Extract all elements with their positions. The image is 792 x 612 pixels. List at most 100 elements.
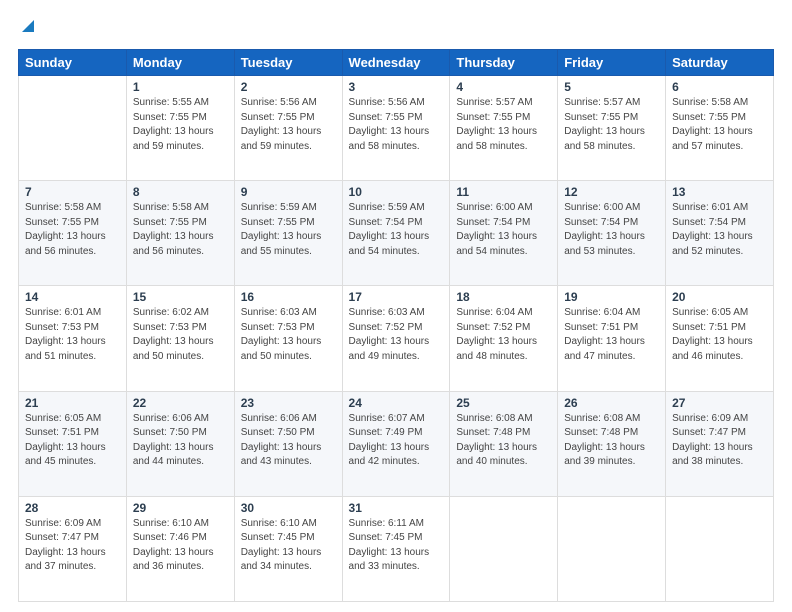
calendar-cell: 28 Sunrise: 6:09 AM Sunset: 7:47 PM Dayli… (19, 496, 127, 601)
calendar-cell: 8 Sunrise: 5:58 AM Sunset: 7:55 PM Daylig… (126, 181, 234, 286)
calendar-day-header: Friday (558, 50, 666, 76)
day-info: Sunrise: 5:56 AM Sunset: 7:55 PM Dayligh… (349, 96, 444, 154)
day-number: 1 (133, 80, 228, 94)
calendar-cell: 21 Sunrise: 6:05 AM Sunset: 7:51 PM Dayli… (19, 391, 127, 496)
day-info: Sunrise: 6:00 AM Sunset: 7:54 PM Dayligh… (456, 201, 551, 259)
day-info: Sunrise: 5:57 AM Sunset: 7:55 PM Dayligh… (456, 96, 551, 154)
calendar-cell (558, 496, 666, 601)
day-info: Sunrise: 6:03 AM Sunset: 7:52 PM Dayligh… (349, 306, 444, 364)
calendar-day-header: Saturday (666, 50, 774, 76)
day-info: Sunrise: 6:09 AM Sunset: 7:47 PM Dayligh… (672, 412, 767, 470)
calendar-cell: 9 Sunrise: 5:59 AM Sunset: 7:55 PM Daylig… (234, 181, 342, 286)
day-info: Sunrise: 6:03 AM Sunset: 7:53 PM Dayligh… (241, 306, 336, 364)
logo-triangle-icon (20, 18, 36, 34)
calendar-cell: 1 Sunrise: 5:55 AM Sunset: 7:55 PM Daylig… (126, 76, 234, 181)
day-number: 20 (672, 290, 767, 304)
day-number: 6 (672, 80, 767, 94)
day-info: Sunrise: 6:06 AM Sunset: 7:50 PM Dayligh… (241, 412, 336, 470)
day-info: Sunrise: 6:02 AM Sunset: 7:53 PM Dayligh… (133, 306, 228, 364)
day-info: Sunrise: 5:59 AM Sunset: 7:54 PM Dayligh… (349, 201, 444, 259)
day-info: Sunrise: 5:58 AM Sunset: 7:55 PM Dayligh… (133, 201, 228, 259)
calendar-header-row: SundayMondayTuesdayWednesdayThursdayFrid… (19, 50, 774, 76)
day-info: Sunrise: 5:58 AM Sunset: 7:55 PM Dayligh… (25, 201, 120, 259)
calendar-cell: 6 Sunrise: 5:58 AM Sunset: 7:55 PM Daylig… (666, 76, 774, 181)
calendar-cell: 24Sunrise: 6:07 AM Sunset: 7:49 PM Dayli… (342, 391, 450, 496)
day-number: 19 (564, 290, 659, 304)
calendar-cell: 19 Sunrise: 6:04 AM Sunset: 7:51 PM Dayli… (558, 286, 666, 391)
calendar-cell (450, 496, 558, 601)
day-number: 25 (456, 396, 551, 410)
day-info: Sunrise: 6:10 AM Sunset: 7:45 PM Dayligh… (241, 517, 336, 575)
day-number: 11 (456, 185, 551, 199)
day-number: 5 (564, 80, 659, 94)
calendar-week-row: 7 Sunrise: 5:58 AM Sunset: 7:55 PM Daylig… (19, 181, 774, 286)
header (18, 18, 774, 39)
calendar-cell: 26 Sunrise: 6:08 AM Sunset: 7:48 PM Dayli… (558, 391, 666, 496)
calendar-cell: 20 Sunrise: 6:05 AM Sunset: 7:51 PM Dayli… (666, 286, 774, 391)
day-number: 8 (133, 185, 228, 199)
day-number: 9 (241, 185, 336, 199)
calendar-cell: 14 Sunrise: 6:01 AM Sunset: 7:53 PM Dayli… (19, 286, 127, 391)
day-info: Sunrise: 6:01 AM Sunset: 7:54 PM Dayligh… (672, 201, 767, 259)
day-info: Sunrise: 6:08 AM Sunset: 7:48 PM Dayligh… (456, 412, 551, 470)
day-number: 26 (564, 396, 659, 410)
day-info: Sunrise: 5:59 AM Sunset: 7:55 PM Dayligh… (241, 201, 336, 259)
day-number: 12 (564, 185, 659, 199)
calendar-page: SundayMondayTuesdayWednesdayThursdayFrid… (0, 0, 792, 612)
day-info: Sunrise: 6:09 AM Sunset: 7:47 PM Dayligh… (25, 517, 120, 575)
calendar-cell: 7 Sunrise: 5:58 AM Sunset: 7:55 PM Daylig… (19, 181, 127, 286)
calendar-cell: 13 Sunrise: 6:01 AM Sunset: 7:54 PM Dayli… (666, 181, 774, 286)
day-info: Sunrise: 6:11 AM Sunset: 7:45 PM Dayligh… (349, 517, 444, 575)
calendar-cell (19, 76, 127, 181)
calendar-cell: 2Sunrise: 5:56 AM Sunset: 7:55 PM Daylig… (234, 76, 342, 181)
calendar-cell: 25 Sunrise: 6:08 AM Sunset: 7:48 PM Dayli… (450, 391, 558, 496)
calendar-day-header: Tuesday (234, 50, 342, 76)
day-info: Sunrise: 6:01 AM Sunset: 7:53 PM Dayligh… (25, 306, 120, 364)
day-info: Sunrise: 6:05 AM Sunset: 7:51 PM Dayligh… (25, 412, 120, 470)
calendar-table: SundayMondayTuesdayWednesdayThursdayFrid… (18, 49, 774, 602)
calendar-cell: 22Sunrise: 6:06 AM Sunset: 7:50 PM Dayli… (126, 391, 234, 496)
day-info: Sunrise: 6:07 AM Sunset: 7:49 PM Dayligh… (349, 412, 444, 470)
day-number: 28 (25, 501, 120, 515)
day-info: Sunrise: 5:58 AM Sunset: 7:55 PM Dayligh… (672, 96, 767, 154)
day-info: Sunrise: 5:55 AM Sunset: 7:55 PM Dayligh… (133, 96, 228, 154)
calendar-week-row: 14 Sunrise: 6:01 AM Sunset: 7:53 PM Dayli… (19, 286, 774, 391)
calendar-cell: 23 Sunrise: 6:06 AM Sunset: 7:50 PM Dayli… (234, 391, 342, 496)
day-number: 13 (672, 185, 767, 199)
day-info: Sunrise: 6:00 AM Sunset: 7:54 PM Dayligh… (564, 201, 659, 259)
calendar-day-header: Sunday (19, 50, 127, 76)
calendar-cell: 11 Sunrise: 6:00 AM Sunset: 7:54 PM Dayli… (450, 181, 558, 286)
calendar-cell: 16 Sunrise: 6:03 AM Sunset: 7:53 PM Dayli… (234, 286, 342, 391)
calendar-cell: 3 Sunrise: 5:56 AM Sunset: 7:55 PM Daylig… (342, 76, 450, 181)
calendar-cell: 17 Sunrise: 6:03 AM Sunset: 7:52 PM Dayli… (342, 286, 450, 391)
day-number: 16 (241, 290, 336, 304)
day-number: 17 (349, 290, 444, 304)
logo (18, 18, 36, 39)
day-info: Sunrise: 5:57 AM Sunset: 7:55 PM Dayligh… (564, 96, 659, 154)
calendar-cell: 10 Sunrise: 5:59 AM Sunset: 7:54 PM Dayli… (342, 181, 450, 286)
day-info: Sunrise: 6:05 AM Sunset: 7:51 PM Dayligh… (672, 306, 767, 364)
day-number: 27 (672, 396, 767, 410)
calendar-cell: 31 Sunrise: 6:11 AM Sunset: 7:45 PM Dayli… (342, 496, 450, 601)
day-number: 30 (241, 501, 336, 515)
calendar-cell: 15Sunrise: 6:02 AM Sunset: 7:53 PM Dayli… (126, 286, 234, 391)
day-number: 31 (349, 501, 444, 515)
day-number: 3 (349, 80, 444, 94)
day-number: 14 (25, 290, 120, 304)
calendar-cell: 5 Sunrise: 5:57 AM Sunset: 7:55 PM Daylig… (558, 76, 666, 181)
calendar-cell (666, 496, 774, 601)
day-number: 2 (241, 80, 336, 94)
day-number: 10 (349, 185, 444, 199)
calendar-cell: 27 Sunrise: 6:09 AM Sunset: 7:47 PM Dayli… (666, 391, 774, 496)
calendar-cell: 18Sunrise: 6:04 AM Sunset: 7:52 PM Dayli… (450, 286, 558, 391)
day-number: 7 (25, 185, 120, 199)
day-number: 23 (241, 396, 336, 410)
day-number: 21 (25, 396, 120, 410)
calendar-cell: 29Sunrise: 6:10 AM Sunset: 7:46 PM Dayli… (126, 496, 234, 601)
day-info: Sunrise: 6:04 AM Sunset: 7:51 PM Dayligh… (564, 306, 659, 364)
calendar-cell: 12 Sunrise: 6:00 AM Sunset: 7:54 PM Dayli… (558, 181, 666, 286)
calendar-week-row: 21 Sunrise: 6:05 AM Sunset: 7:51 PM Dayli… (19, 391, 774, 496)
day-info: Sunrise: 6:08 AM Sunset: 7:48 PM Dayligh… (564, 412, 659, 470)
calendar-day-header: Monday (126, 50, 234, 76)
day-number: 18 (456, 290, 551, 304)
